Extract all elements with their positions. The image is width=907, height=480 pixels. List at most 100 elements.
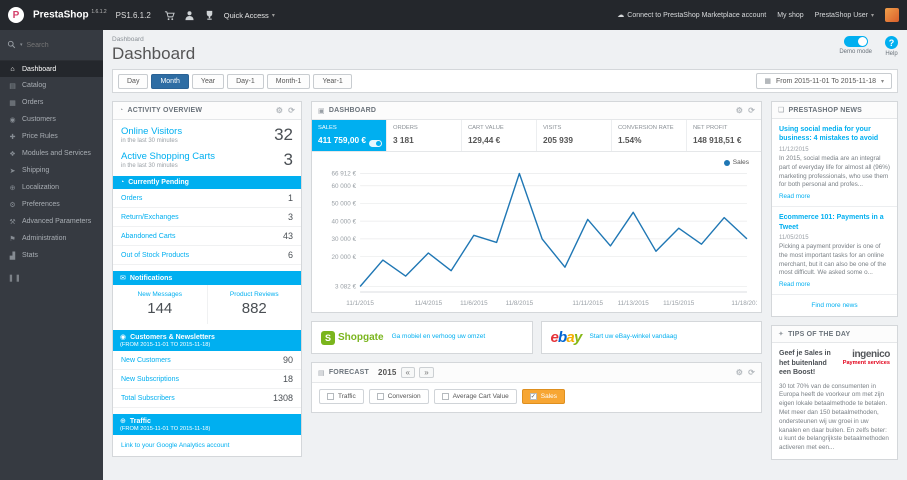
ingenico-name: ingenico — [852, 349, 890, 361]
search-input[interactable] — [26, 41, 96, 49]
forecast-toggle-conversion[interactable]: Conversion — [368, 389, 429, 404]
customers-row-label[interactable]: Total Subscribers — [121, 395, 175, 402]
previous-year-button[interactable]: « — [400, 367, 416, 378]
shopgate-promo-card[interactable]: S Shopgate Ga mobiel en verhoog uw omzet — [311, 321, 533, 354]
user-menu[interactable]: PrestaShop User ▾ — [815, 12, 874, 19]
kpi-conversion-rate[interactable]: Conversion Rate 1.54% — [612, 120, 687, 151]
forecast-toggle-average-cart-value[interactable]: Average Cart Value — [433, 389, 517, 404]
forecast-toggle-label: Conversion — [387, 393, 421, 400]
column-right: ❑ PrestaShop News Using social media for… — [771, 101, 898, 461]
topbar-icons — [164, 10, 215, 21]
pending-row-label[interactable]: Return/Exchanges — [121, 214, 179, 221]
google-analytics-link[interactable]: Link to your Google Analytics account — [113, 435, 301, 456]
dashboard-panel-title: Dashboard — [328, 107, 377, 114]
date-range-picker[interactable]: ▦ From 2015-11-01 To 2015-11-18 ▾ — [756, 73, 892, 89]
cloud-icon: ☁ — [617, 12, 625, 19]
new-messages-stat[interactable]: New Messages 144 — [113, 285, 207, 324]
kpi-visits[interactable]: Visits 205 939 — [537, 120, 612, 151]
tips-content: Geef je Sales in het buitenland een Boos… — [772, 343, 897, 459]
customers-row-label[interactable]: New Subscriptions — [121, 376, 179, 383]
refresh-icon[interactable]: ⟳ — [288, 106, 295, 115]
gear-icon[interactable]: ⚙ — [736, 368, 743, 377]
forecast-toggle-traffic[interactable]: Traffic — [319, 389, 364, 404]
prestashop-logo-icon: P — [8, 7, 24, 23]
news-article-title[interactable]: Using social media for your business: 4 … — [779, 125, 890, 144]
customers-icon: ◉ — [9, 116, 16, 124]
online-visitors-label[interactable]: Online Visitors — [121, 126, 182, 137]
dashboard-columns: ◔ Activity overview ⚙ ⟳ Online Visitors … — [112, 101, 898, 461]
sidebar-item-preferences[interactable]: ⚙ Preferences — [0, 196, 103, 213]
chevron-down-icon[interactable]: ▾ — [20, 42, 23, 48]
forecast-toggle-sales[interactable]: ✓ Sales — [521, 389, 565, 404]
sidebar-item-price-rules[interactable]: ✚ Price Rules — [0, 128, 103, 145]
sidebar-item-administration[interactable]: ⚑ Administration — [0, 230, 103, 247]
sidebar-item-catalog[interactable]: ▤ Catalog — [0, 77, 103, 94]
period-button-month-1[interactable]: Month-1 — [266, 73, 311, 89]
period-button-month[interactable]: Month — [151, 73, 189, 89]
sidebar-item-shipping[interactable]: ➤ Shipping — [0, 162, 103, 179]
avatar[interactable] — [885, 8, 899, 22]
kpi-value: 205 939 — [543, 135, 573, 145]
legend-label: Sales — [732, 159, 749, 166]
quick-access-menu[interactable]: Quick Access ▾ — [224, 11, 275, 20]
tips-text: 30 tot 70% van de consumenten in Europa … — [779, 382, 889, 452]
product-reviews-stat[interactable]: Product Reviews 882 — [206, 285, 302, 324]
next-year-button[interactable]: » — [419, 367, 434, 378]
notifications-header: ✉ Notifications — [113, 271, 301, 285]
pending-row-value: 3 — [287, 212, 293, 222]
forecast-panel: ▤ Forecast 2015 « » ⚙ ⟳ Traffic — [311, 362, 762, 413]
period-button-day[interactable]: Day — [118, 73, 149, 89]
marketplace-connect-link[interactable]: ☁ Connect to PrestaShop Marketplace acco… — [617, 11, 766, 20]
pending-row-label[interactable]: Out of Stock Products — [121, 252, 189, 259]
help-icon[interactable]: ? — [885, 36, 898, 49]
online-visitors-metric: Online Visitors in the last 30 minutes 3… — [113, 120, 301, 145]
my-shop-link[interactable]: My shop — [777, 12, 803, 19]
gear-icon[interactable]: ⚙ — [736, 106, 743, 115]
gear-icon[interactable]: ⚙ — [276, 106, 283, 115]
page-head-left: Dashboard Dashboard — [112, 36, 195, 64]
page-title: Dashboard — [112, 44, 196, 63]
pending-row-label[interactable]: Orders — [121, 195, 142, 202]
sidebar-item-localization[interactable]: ⊕ Localization — [0, 179, 103, 196]
kpi-cart-value[interactable]: Cart Value 129,44 € — [462, 120, 537, 151]
sidebar-item-stats[interactable]: ▟ Stats — [0, 247, 103, 264]
customers-row-label[interactable]: New Customers — [121, 357, 171, 364]
ebay-promo-card[interactable]: ebay Start uw eBay-winkel vandaag — [540, 321, 762, 354]
tips-headline: Geef je Sales in het buitenland een Boos… — [779, 350, 831, 377]
shopgate-link[interactable]: Ga mobiel en verhoog uw omzet — [392, 333, 486, 341]
kpi-sales[interactable]: Sales 411 759,00 € — [312, 120, 387, 151]
period-button-year[interactable]: Year — [191, 73, 225, 89]
demo-mode-toggle[interactable] — [843, 36, 868, 47]
kpi-net-profit[interactable]: Net Profit 148 918,51 € — [687, 120, 761, 151]
sidebar-item-customers[interactable]: ◉ Customers — [0, 111, 103, 128]
new-messages-value: 144 — [147, 300, 173, 317]
pending-row-label[interactable]: Abandoned Carts — [121, 233, 175, 240]
brand: PrestaShop 1.6.1.2 — [33, 9, 107, 20]
kpi-toggle[interactable] — [369, 140, 382, 147]
sidebar-item-orders[interactable]: ▦ Orders — [0, 94, 103, 111]
active-carts-label[interactable]: Active Shopping Carts — [121, 151, 215, 162]
profile-icon[interactable] — [184, 10, 195, 21]
period-button-day-1[interactable]: Day-1 — [227, 73, 264, 89]
chart-legend[interactable]: Sales — [723, 159, 749, 166]
cart-icon[interactable] — [164, 10, 175, 21]
kpi-orders[interactable]: Orders 3 181 — [387, 120, 462, 151]
news-article-title[interactable]: Ecommerce 101: Payments in a Tweet — [779, 213, 890, 232]
ebay-link[interactable]: Start uw eBay-winkel vandaag — [590, 333, 677, 341]
period-button-year-1[interactable]: Year-1 — [313, 73, 352, 89]
find-more-news-link[interactable]: Find more news — [772, 295, 897, 316]
sidebar-item-dashboard[interactable]: ⌂ Dashboard — [0, 61, 103, 77]
sidebar-item-advanced-parameters[interactable]: ⚒ Advanced Parameters — [0, 213, 103, 230]
read-more-link[interactable]: Read more — [779, 193, 890, 200]
svg-text:11/18/2015: 11/18/2015 — [731, 300, 757, 307]
trophy-icon[interactable] — [204, 10, 215, 21]
sidebar-collapse-button[interactable]: ❚❚ — [0, 264, 103, 292]
refresh-icon[interactable]: ⟳ — [748, 368, 755, 377]
quick-access-label: Quick Access — [223, 10, 269, 20]
sidebar-item-modules[interactable]: ❖ Modules and Services — [0, 145, 103, 162]
refresh-icon[interactable]: ⟳ — [748, 106, 755, 115]
read-more-link[interactable]: Read more — [779, 281, 890, 288]
sidebar-item-label: Preferences — [22, 201, 60, 208]
chevron-down-icon: ▾ — [271, 12, 275, 19]
svg-text:3 082 €: 3 082 € — [335, 284, 357, 291]
